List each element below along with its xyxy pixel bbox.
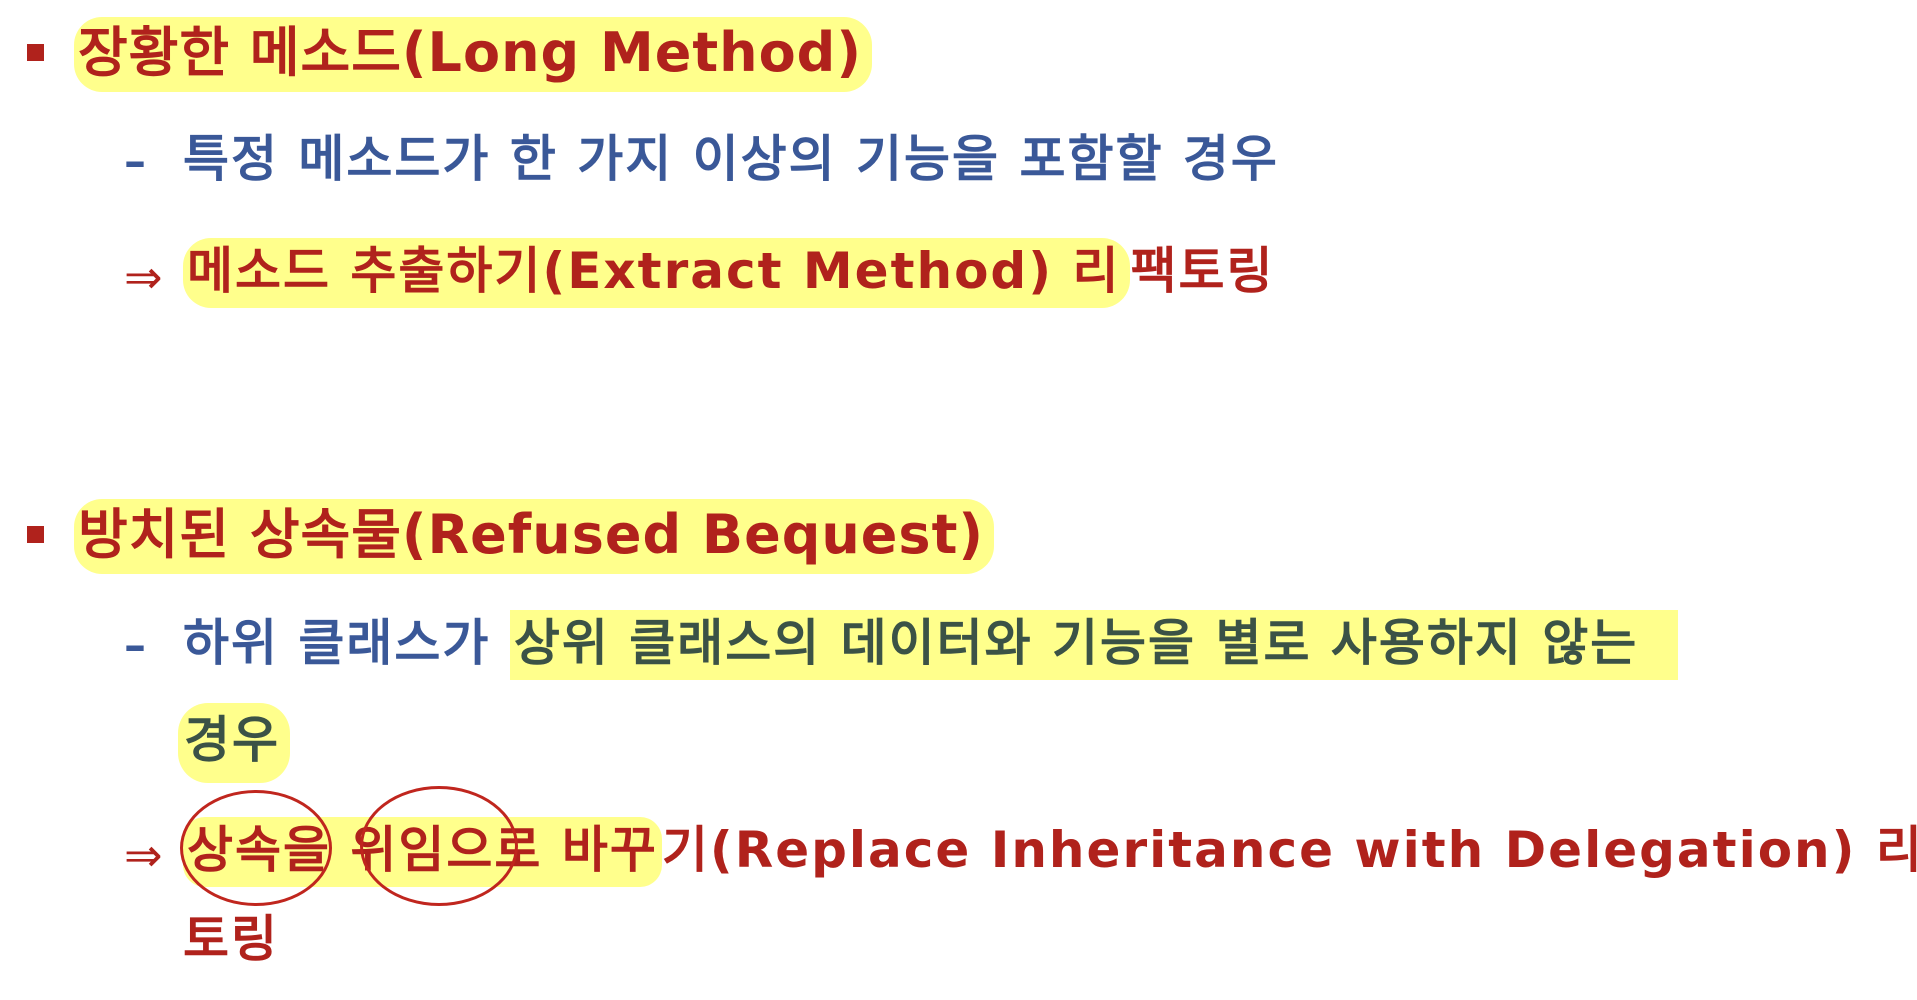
section-description: 특정 메소드가 한 가지 이상의 기능을 포함할 경우 bbox=[183, 130, 1279, 188]
arrow-icon: ⇒ bbox=[124, 250, 163, 304]
dash-icon: – bbox=[124, 620, 146, 671]
refactoring-rest: 기(Replace Inheritance with Delegation) 리… bbox=[661, 821, 1917, 879]
section-title-text: 방치된 상속물(Refused Bequest) bbox=[74, 499, 995, 574]
section-description: 하위 클래스가 상위 클래스의 데이터와 기능을 별로 사용하지 않는 bbox=[183, 610, 1679, 680]
description-wrap: 경우 bbox=[178, 703, 290, 783]
section-title-text: 장황한 메소드(Long Method) bbox=[74, 17, 873, 92]
annotation-circle bbox=[360, 786, 518, 906]
bullet-icon bbox=[27, 526, 44, 543]
refactoring-rest: 팩토링 bbox=[1130, 242, 1275, 300]
refactoring-wrap: 토링 bbox=[183, 910, 279, 968]
dash-icon: – bbox=[124, 136, 146, 187]
description-highlight: 상위 클래스의 데이터와 기능을 별로 사용하지 않는 bbox=[509, 610, 1679, 680]
annotation-circle bbox=[180, 790, 332, 906]
section-title: 장황한 메소드(Long Method) bbox=[74, 17, 873, 92]
arrow-icon: ⇒ bbox=[124, 828, 163, 882]
description-wrap-text: 경우 bbox=[178, 703, 290, 783]
bullet-icon bbox=[27, 44, 44, 61]
section-title: 방치된 상속물(Refused Bequest) bbox=[74, 499, 995, 574]
refactoring-text: 메소드 추출하기(Extract Method) 리 팩토링 bbox=[183, 238, 1274, 308]
description-plain: 하위 클래스가 bbox=[183, 614, 510, 672]
refactoring-highlight: 메소드 추출하기(Extract Method) 리 bbox=[183, 238, 1131, 308]
